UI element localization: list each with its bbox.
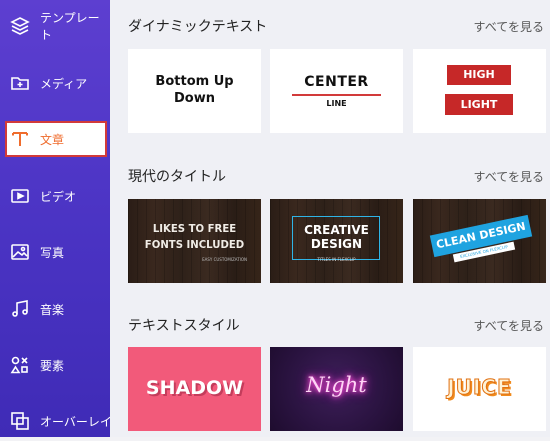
see-all-link[interactable]: すべてを見る — [474, 317, 544, 334]
sidebar-item-label: 要素 — [40, 358, 65, 373]
sidebar: テンプレート メディア 文章 ビデオ 写真 音楽 要素 オーバーレイ — [0, 0, 112, 437]
template-card-clean-design[interactable]: CLEAN DESIGN EXCLUSIVE ON FLEXCLIP — [413, 199, 546, 283]
card-text: CENTER — [304, 74, 369, 90]
music-icon — [10, 299, 30, 319]
elements-icon — [10, 355, 30, 375]
template-card-night[interactable]: Night — [270, 347, 403, 431]
sidebar-item-label: オーバーレイ — [40, 414, 112, 429]
card-text: SHADOW — [145, 377, 244, 399]
template-card-creative-design[interactable]: CREATIVE DESIGN TITLES IN FLEXCLIP — [270, 199, 403, 283]
sidebar-item-video[interactable]: ビデオ — [0, 176, 110, 216]
sidebar-item-photos[interactable]: 写真 — [0, 232, 110, 272]
layers-icon — [10, 16, 30, 36]
card-text: DESIGN — [310, 237, 363, 251]
sidebar-item-templates[interactable]: テンプレート — [0, 6, 110, 46]
section-title-dynamic-text: ダイナミックテキスト — [128, 19, 268, 35]
template-card-highlight[interactable]: HIGH LIGHT — [413, 49, 546, 133]
overlay-icon — [10, 411, 30, 431]
folder-plus-icon — [10, 73, 30, 93]
card-text: Down — [174, 91, 215, 106]
template-card-juice[interactable]: JUICE — [413, 347, 546, 431]
card-text: CREATIVE — [304, 223, 369, 237]
text-icon — [10, 129, 30, 149]
card-text: JUICE — [447, 375, 512, 400]
sidebar-item-label: 写真 — [40, 245, 65, 260]
video-icon — [10, 186, 30, 206]
sidebar-item-text[interactable]: 文章 — [5, 121, 107, 157]
see-all-link[interactable]: すべてを見る — [474, 18, 544, 35]
card-text: FONTS INCLUDED — [144, 238, 245, 251]
card-caption: EASY CUSTOMIZATION — [202, 257, 247, 262]
see-all-link[interactable]: すべてを見る — [474, 168, 544, 185]
card-text: Night — [306, 373, 367, 397]
section-title-text-styles: テキストスタイル — [128, 318, 240, 334]
template-card-center-line[interactable]: CENTER LINE — [270, 49, 403, 133]
sidebar-item-media[interactable]: メディア — [0, 63, 110, 103]
section-title-modern-titles: 現代のタイトル — [128, 169, 226, 185]
card-text: Bottom Up — [155, 74, 234, 89]
sidebar-item-label: メディア — [40, 76, 88, 91]
sidebar-item-music[interactable]: 音楽 — [0, 289, 110, 329]
template-card-likes-to-free[interactable]: LIKES TO FREE FONTS INCLUDED EASY CUSTOM… — [128, 199, 261, 283]
sidebar-item-elements[interactable]: 要素 — [0, 345, 110, 385]
card-text: LINE — [326, 99, 347, 108]
sidebar-item-label: 音楽 — [40, 302, 65, 317]
sidebar-item-overlay[interactable]: オーバーレイ — [0, 401, 112, 441]
sidebar-item-label: ビデオ — [40, 189, 77, 204]
template-card-bottom-up-down[interactable]: Bottom Up Down — [128, 49, 261, 133]
card-caption: TITLES IN FLEXCLIP — [317, 257, 356, 262]
image-icon — [10, 242, 30, 262]
main-panel: ダイナミックテキスト すべてを見る Bottom Up Down CENTER … — [110, 0, 550, 437]
center-line-rule — [292, 94, 381, 96]
card-text: HIGH — [447, 65, 511, 85]
card-text: LIGHT — [445, 94, 513, 115]
sidebar-item-label: テンプレート — [40, 11, 100, 42]
card-text: LIKES TO FREE — [152, 222, 237, 235]
sidebar-item-label: 文章 — [40, 132, 65, 147]
template-card-shadow[interactable]: SHADOW — [128, 347, 261, 431]
